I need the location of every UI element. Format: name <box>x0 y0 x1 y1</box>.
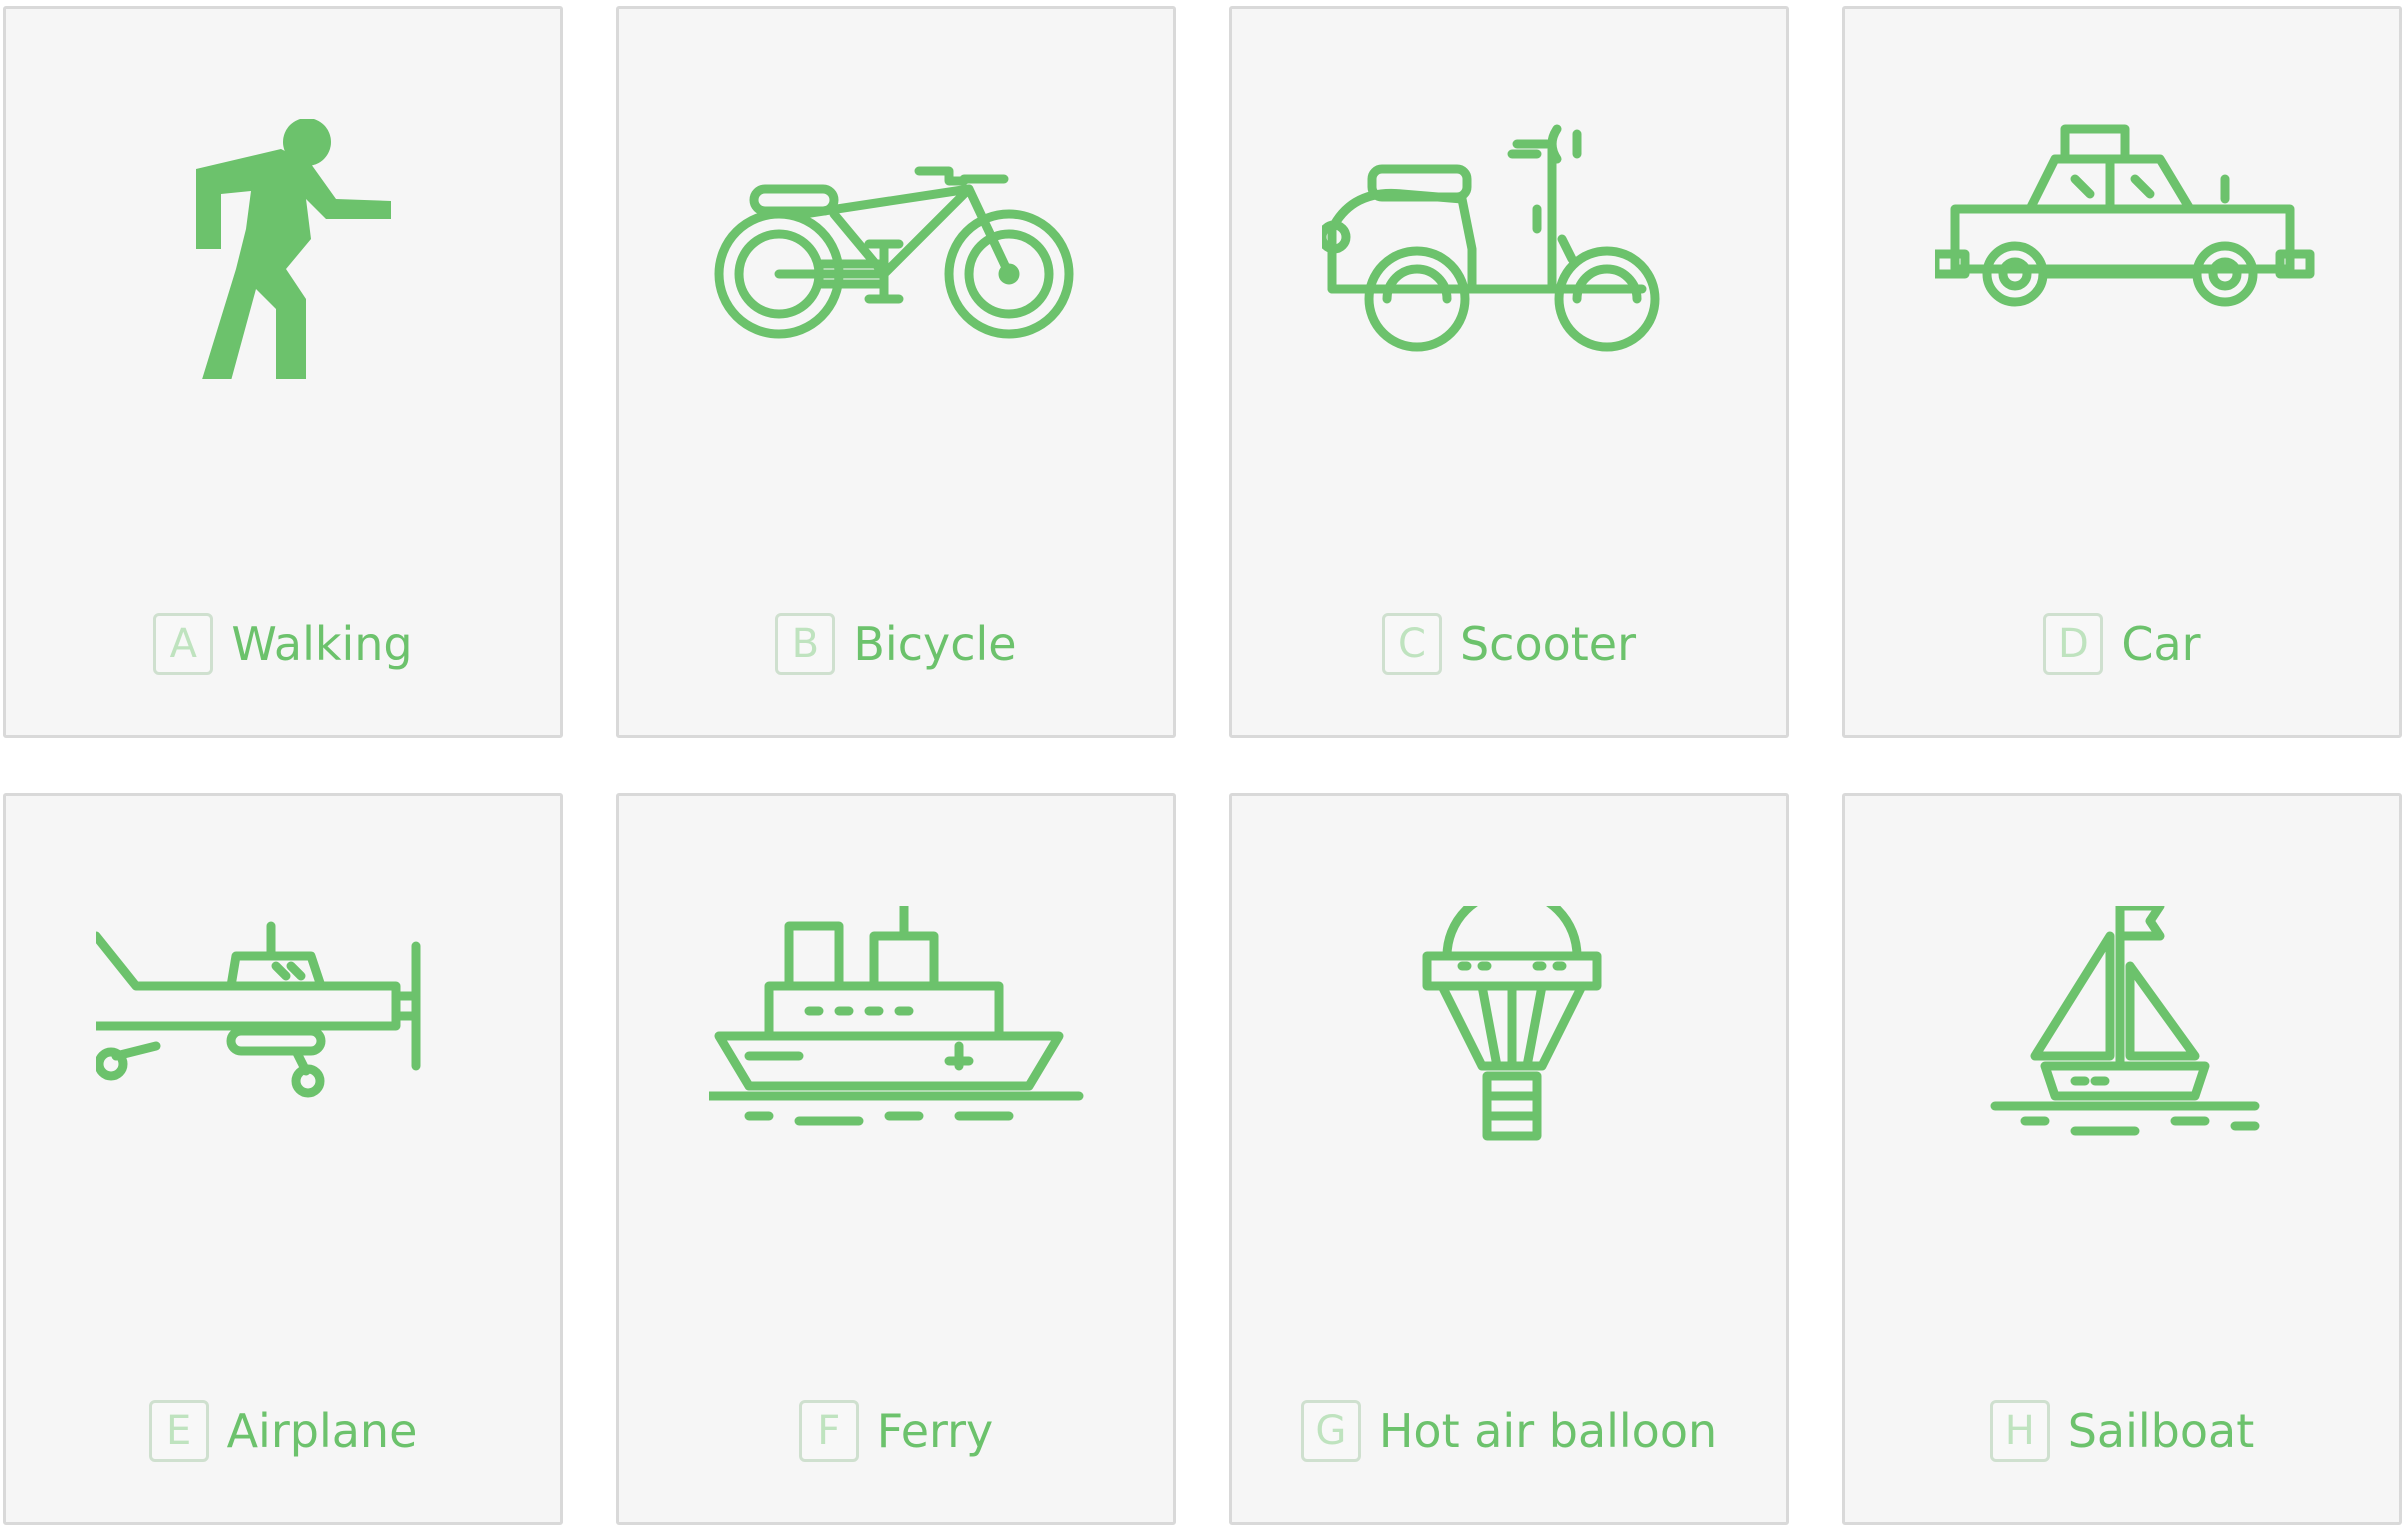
option-label-row: F Ferry <box>619 1396 1173 1466</box>
transport-choice-grid: A Walking B Bicycle C Scooter D Car E Ai… <box>0 0 2407 1527</box>
bicycle-icon <box>709 119 1089 379</box>
option-key-badge: A <box>153 613 214 675</box>
option-card-scooter[interactable]: C Scooter <box>1229 6 1789 738</box>
option-key-badge: B <box>775 613 836 675</box>
airplane-icon <box>96 906 476 1166</box>
option-card-car[interactable]: D Car <box>1842 6 2402 738</box>
option-key-badge: E <box>148 1400 209 1462</box>
option-label-row: G Hot air balloon <box>1232 1396 1786 1466</box>
sailboat-icon <box>1935 906 2315 1166</box>
option-key-badge: D <box>2043 613 2104 675</box>
option-card-hot-air-balloon[interactable]: G Hot air balloon <box>1229 793 1789 1525</box>
ferry-icon <box>709 906 1089 1166</box>
option-card-sailboat[interactable]: H Sailboat <box>1842 793 2402 1525</box>
option-label: Walking <box>231 617 413 671</box>
option-label: Scooter <box>1459 617 1637 671</box>
option-label: Sailboat <box>2067 1404 2255 1458</box>
option-label: Airplane <box>226 1404 418 1458</box>
hot-air-balloon-icon <box>1322 906 1702 1166</box>
car-icon <box>1935 119 2315 379</box>
option-key-badge: C <box>1381 613 1442 675</box>
option-card-ferry[interactable]: F Ferry <box>616 793 1176 1525</box>
walking-person-icon <box>96 119 476 379</box>
option-label-row: E Airplane <box>6 1396 560 1466</box>
option-label: Car <box>2121 617 2201 671</box>
option-label-row: C Scooter <box>1232 609 1786 679</box>
option-card-airplane[interactable]: E Airplane <box>3 793 563 1525</box>
option-key-badge: F <box>798 1400 859 1462</box>
option-key-badge: G <box>1300 1400 1361 1462</box>
scooter-icon <box>1322 119 1702 379</box>
option-label: Hot air balloon <box>1378 1404 1718 1458</box>
option-label-row: B Bicycle <box>619 609 1173 679</box>
option-card-walking[interactable]: A Walking <box>3 6 563 738</box>
option-card-bicycle[interactable]: B Bicycle <box>616 6 1176 738</box>
option-label-row: H Sailboat <box>1845 1396 2399 1466</box>
option-label-row: A Walking <box>6 609 560 679</box>
option-key-badge: H <box>1989 1400 2050 1462</box>
option-label: Ferry <box>876 1404 994 1458</box>
option-label: Bicycle <box>853 617 1017 671</box>
option-label-row: D Car <box>1845 609 2399 679</box>
